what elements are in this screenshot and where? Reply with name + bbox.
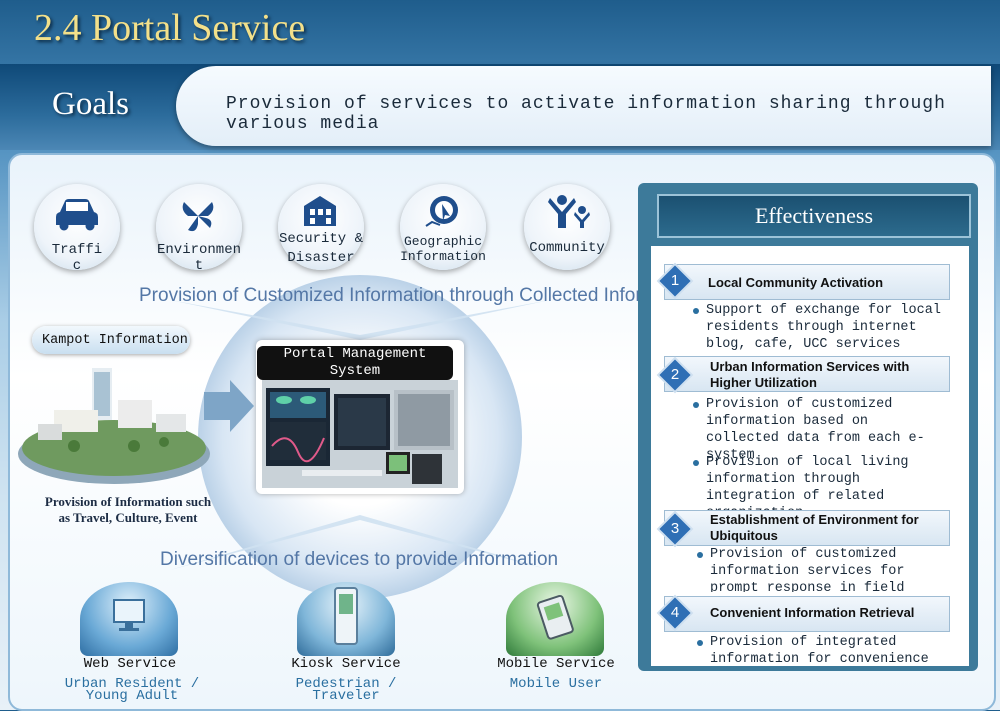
- control-room-image: [262, 380, 458, 488]
- bullet-dot: [693, 460, 699, 466]
- kiosk-icon: [334, 587, 358, 645]
- mobile-phone-icon: [536, 594, 574, 640]
- effectiveness-heading: Establishment of Environment for Ubiquit…: [710, 512, 919, 543]
- effectiveness-bullet: Support of exchange for local residents …: [706, 303, 941, 352]
- category-traffic: Traffi c: [34, 184, 120, 274]
- effectiveness-bullet: Provision of customized information serv…: [710, 547, 905, 592]
- page-title: 2.4 Portal Service: [34, 7, 306, 49]
- number-badge: 3: [670, 520, 680, 537]
- device-label: Mobile Service: [497, 656, 615, 672]
- map-cursor-icon: [425, 196, 458, 227]
- city-image: [18, 368, 210, 484]
- effectiveness-heading: Urban Information Services with Higher U…: [710, 359, 910, 390]
- arrow-right-icon: [204, 380, 254, 432]
- device-sub: Pedestrian / Traveler: [295, 676, 397, 704]
- category-label: Traffi c: [51, 242, 103, 274]
- category-label: Geographic Information: [400, 234, 486, 264]
- kampot-info-label: Kampot Information: [42, 333, 188, 348]
- bullet-dot: [693, 402, 699, 408]
- number-badge: 1: [670, 272, 680, 289]
- bullet-dot: [693, 308, 699, 314]
- headline-bottom: Diversification of devices to provide In…: [160, 549, 559, 570]
- category-label: Environmen t: [156, 242, 241, 274]
- category-label: Community: [529, 240, 605, 256]
- goals-label: Goals: [52, 86, 129, 122]
- category-environment: Environmen t: [156, 184, 242, 274]
- bullet-dot: [697, 552, 703, 558]
- effectiveness-heading: Convenient Information Retrieval: [710, 605, 915, 620]
- pms-title: Portal Management System: [257, 346, 453, 380]
- building-icon: [304, 196, 336, 226]
- car-icon: [56, 199, 98, 231]
- category-geographic: Geographic Information: [400, 184, 486, 270]
- bullet-dot: [697, 640, 703, 646]
- number-badge: 2: [670, 366, 680, 383]
- category-community: Community: [524, 184, 610, 270]
- device-label: Web Service: [83, 656, 177, 672]
- computer-icon: [113, 599, 145, 631]
- effectiveness-bullet: Provision of integrated information for …: [710, 635, 929, 667]
- kampot-caption: Provision of Information such as Travel,…: [44, 494, 212, 525]
- effectiveness-heading: Local Community Activation: [708, 275, 884, 290]
- device-sub: Mobile User: [509, 676, 603, 692]
- category-security: Security & Disaster: [278, 184, 364, 270]
- device-label: Kiosk Service: [291, 656, 401, 672]
- goals-text: Provision of services to activate inform…: [226, 94, 946, 134]
- device-sub: Urban Resident / Young Adult: [64, 676, 200, 704]
- number-badge: 4: [670, 604, 680, 621]
- people-icon: [548, 195, 590, 228]
- category-label: Security & Disaster: [278, 231, 363, 266]
- headline-top: Provision of Customized Information thro…: [139, 285, 699, 306]
- leaf-icon: [182, 202, 214, 232]
- effectiveness-title: Effectiveness: [657, 194, 971, 238]
